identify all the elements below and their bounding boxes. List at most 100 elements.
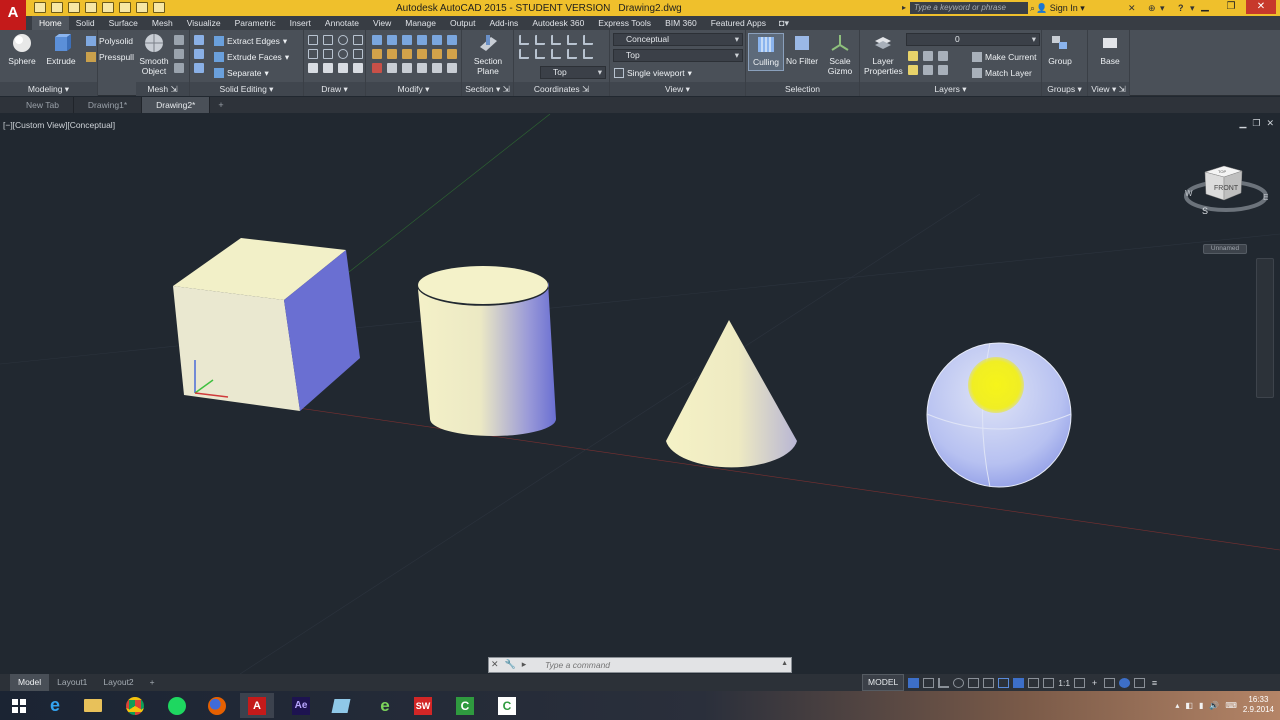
compass-east-label[interactable]: E <box>1263 193 1268 202</box>
tab-insert[interactable]: Insert <box>283 16 318 30</box>
chamfer-icon[interactable] <box>387 49 397 59</box>
save-as-icon[interactable] <box>85 2 97 13</box>
make-current-button[interactable]: Make Current <box>972 50 1037 64</box>
layer-properties-button[interactable]: Layer Properties <box>864 33 903 76</box>
clean-screen-icon[interactable] <box>1134 677 1146 688</box>
otrack-icon[interactable] <box>983 677 995 688</box>
viewport-label[interactable]: [−][Custom View][Conceptual] <box>3 120 115 130</box>
ucs-x-icon[interactable] <box>583 49 593 59</box>
layer-off-icon[interactable] <box>908 51 918 61</box>
application-menu-button[interactable]: A <box>0 0 26 30</box>
rectangle-icon[interactable] <box>353 49 363 59</box>
tab-manage[interactable]: Manage <box>398 16 443 30</box>
command-history-icon[interactable]: ▲ <box>781 660 788 667</box>
customize-qat-icon[interactable] <box>153 2 165 13</box>
solidworks-icon[interactable]: SW <box>406 693 440 718</box>
spline-icon[interactable] <box>308 49 318 59</box>
circle-icon[interactable] <box>338 35 348 45</box>
annotation-visibility-icon[interactable] <box>1043 677 1055 688</box>
mesh-refine-icon[interactable] <box>174 63 184 73</box>
viewport-restore-icon[interactable]: ❐ <box>1252 118 1260 129</box>
keyboard-icon[interactable]: ⌨ <box>1225 701 1237 710</box>
model-space-button[interactable]: MODEL <box>862 674 905 691</box>
compass-south-label[interactable]: S <box>1202 206 1208 216</box>
add-layout-plus-icon[interactable]: + <box>142 674 163 691</box>
tray-app-icon[interactable]: ◧ <box>1185 701 1193 710</box>
osnap-icon[interactable] <box>968 677 980 688</box>
ucs-zaxis-icon[interactable] <box>551 49 561 59</box>
ucs-face-icon[interactable] <box>567 35 577 45</box>
move-icon[interactable] <box>372 35 382 45</box>
grid-icon[interactable] <box>908 677 920 688</box>
file-tab-drawing1[interactable]: Drawing1* <box>74 97 143 113</box>
tab-add-ins[interactable]: Add-ins <box>482 16 525 30</box>
stretch-icon[interactable] <box>402 63 412 73</box>
layer-freeze-icon[interactable] <box>938 51 948 61</box>
tab-bim-360[interactable]: BIM 360 <box>658 16 704 30</box>
extrude-button[interactable]: Extrude <box>43 33 79 66</box>
file-tab-new[interactable]: New Tab <box>12 97 74 113</box>
viewcube-top-label[interactable]: TOP <box>1218 169 1226 174</box>
undo-icon[interactable] <box>119 2 131 13</box>
spotify-icon[interactable] <box>160 693 194 718</box>
section-plane-button[interactable]: Section Plane <box>470 33 506 76</box>
no-filter-button[interactable]: No Filter <box>784 33 820 66</box>
boundary-icon[interactable] <box>338 63 348 73</box>
layer-on-icon[interactable] <box>908 65 918 75</box>
viewcube-front-label[interactable]: FRONT <box>1214 185 1239 192</box>
tab-surface[interactable]: Surface <box>102 16 145 30</box>
ucs-3point-icon[interactable] <box>567 49 577 59</box>
tab-solid[interactable]: Solid <box>69 16 102 30</box>
autocad-taskbar-icon[interactable]: A <box>240 693 274 718</box>
file-tab-drawing2[interactable]: Drawing2* <box>142 97 211 113</box>
firefox-icon[interactable] <box>200 693 234 718</box>
box-solid[interactable] <box>173 238 360 411</box>
plus-icon[interactable]: + <box>1089 678 1100 688</box>
tab-view[interactable]: View <box>366 16 398 30</box>
tab-mesh[interactable]: Mesh <box>145 16 180 30</box>
panel-title-draw[interactable]: Draw ▾ <box>304 82 365 96</box>
culling-button[interactable]: Culling <box>748 33 784 71</box>
ucs-menu[interactable]: Unnamed <box>1203 244 1247 254</box>
open-icon[interactable] <box>51 2 63 13</box>
union-icon[interactable] <box>194 35 204 45</box>
search-input[interactable]: Type a keyword or phrase <box>910 2 1028 14</box>
tab-visualize[interactable]: Visualize <box>180 16 228 30</box>
close-command-line-icon[interactable]: ✕ <box>491 659 499 670</box>
navigation-bar[interactable] <box>1256 258 1274 398</box>
erase-icon[interactable] <box>372 63 382 73</box>
hardware-acceleration-icon[interactable] <box>1119 677 1131 688</box>
ucs-origin-icon[interactable] <box>535 49 545 59</box>
tab-parametric[interactable]: Parametric <box>228 16 283 30</box>
sign-in-link[interactable]: 👤 Sign In ▾ <box>1036 3 1085 14</box>
annotation-scale[interactable]: 1:1 <box>1058 678 1070 688</box>
ucs-world-icon[interactable] <box>535 35 545 45</box>
arc-icon[interactable] <box>353 35 363 45</box>
group-button[interactable]: Group <box>1042 33 1078 66</box>
cylinder-solid[interactable] <box>418 266 556 436</box>
array-icon[interactable] <box>417 49 427 59</box>
save-icon[interactable] <box>68 2 80 13</box>
match-layer-button[interactable]: Match Layer <box>972 66 1032 80</box>
connect-icon[interactable]: ⊕ <box>1148 3 1156 14</box>
panel-title-mesh[interactable]: Mesh ⇲ <box>136 82 189 96</box>
ortho-icon[interactable] <box>938 677 950 688</box>
workspace-gear-icon[interactable] <box>1074 677 1086 688</box>
presspull-button[interactable]: Presspull <box>86 50 134 64</box>
mesh-smooth-less-icon[interactable] <box>174 49 184 59</box>
file-explorer-icon[interactable] <box>76 693 110 718</box>
new-icon[interactable] <box>34 2 46 13</box>
layer-dropdown[interactable]: 0 <box>906 33 1040 46</box>
rotate-icon[interactable] <box>387 35 397 45</box>
view-dropdown[interactable]: Top <box>613 49 743 62</box>
panel-title-groups[interactable]: Groups ▾ <box>1042 82 1087 96</box>
smooth-object-button[interactable]: Smooth Object <box>136 33 172 76</box>
panel-title-selection[interactable]: Selection <box>746 82 859 96</box>
help-icon[interactable]: ? <box>1178 3 1184 13</box>
snap-icon[interactable] <box>923 677 935 688</box>
3d-align-icon[interactable] <box>432 35 442 45</box>
recent-commands-icon[interactable]: ▸ <box>522 659 527 670</box>
intersect-icon[interactable] <box>194 63 204 73</box>
selection-cycling-icon[interactable] <box>1013 677 1025 688</box>
tab-express-tools[interactable]: Express Tools <box>591 16 658 30</box>
